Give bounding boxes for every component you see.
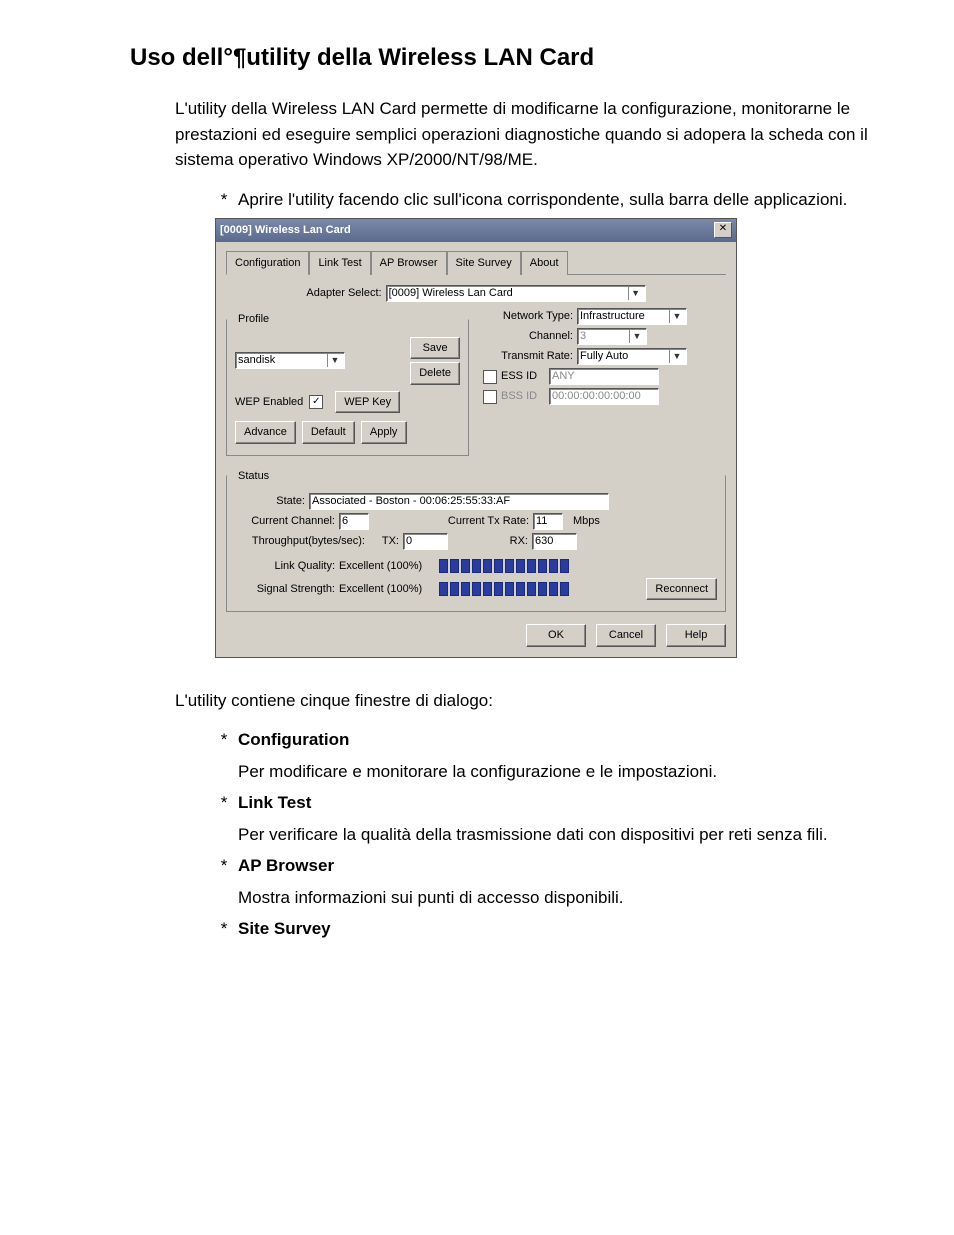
- post-screenshot-text: L'utility contiene cinque finestre di di…: [175, 688, 874, 714]
- bullet-asterisk: *: [210, 187, 238, 213]
- item-title: Link Test: [238, 793, 311, 812]
- bullet-asterisk: *: [210, 790, 238, 816]
- adapter-select-label: Adapter Select:: [306, 285, 385, 302]
- transmit-rate-label: Transmit Rate:: [483, 348, 577, 365]
- mbps-label: Mbps: [573, 513, 600, 530]
- profile-group: Profile sandisk ▼ Save Delete WEP Enable…: [226, 311, 469, 456]
- channel-select: 3 ▼: [577, 328, 647, 345]
- signal-strength-label: Signal Strength:: [235, 581, 339, 598]
- transmit-rate-select[interactable]: Fully Auto ▼: [577, 348, 687, 365]
- wep-key-button[interactable]: WEP Key: [335, 391, 400, 414]
- item-title: Configuration: [238, 730, 349, 749]
- network-type-select[interactable]: Infrastructure ▼: [577, 308, 687, 325]
- chevron-down-icon: ▼: [628, 287, 643, 301]
- current-tx-rate-field: 11: [533, 513, 563, 530]
- channel-label: Channel:: [483, 328, 577, 345]
- tab-configuration[interactable]: Configuration: [226, 251, 309, 276]
- chevron-down-icon: ▼: [669, 310, 684, 324]
- transmit-rate-value: Fully Auto: [580, 348, 628, 365]
- link-quality-label: Link Quality:: [235, 558, 339, 575]
- network-type-label: Network Type:: [483, 308, 577, 325]
- ok-button[interactable]: OK: [526, 624, 586, 647]
- dialog-window: [0009] Wireless Lan Card ✕ Configuration…: [215, 218, 737, 658]
- profile-legend: Profile: [235, 311, 272, 328]
- open-instruction: Aprire l'utility facendo clic sull'icona…: [238, 187, 874, 213]
- wep-enabled-label: WEP Enabled: [235, 394, 303, 411]
- page-heading: Uso dell°¶utility della Wireless LAN Car…: [130, 40, 874, 76]
- apply-button[interactable]: Apply: [361, 421, 407, 444]
- rx-label: RX:: [488, 533, 532, 550]
- tx-label: TX:: [369, 533, 403, 550]
- intro-paragraph: L'utility della Wireless LAN Card permet…: [175, 96, 874, 173]
- state-label: State:: [235, 493, 309, 510]
- reconnect-button[interactable]: Reconnect: [646, 578, 717, 601]
- help-button[interactable]: Help: [666, 624, 726, 647]
- item-desc: Per modificare e monitorare la configura…: [238, 759, 874, 785]
- current-tx-rate-label: Current Tx Rate:: [409, 513, 533, 530]
- profile-name-select[interactable]: sandisk ▼: [235, 352, 345, 369]
- chevron-down-icon: ▼: [327, 354, 342, 368]
- link-quality-value: Excellent (100%): [339, 558, 439, 575]
- advance-button[interactable]: Advance: [235, 421, 296, 444]
- tx-field: 0: [403, 533, 448, 550]
- signal-strength-value: Excellent (100%): [339, 581, 439, 598]
- tab-about[interactable]: About: [521, 251, 568, 276]
- adapter-select-value: [0009] Wireless Lan Card: [389, 285, 513, 302]
- essid-label: ESS ID: [501, 368, 549, 385]
- window-title: [0009] Wireless Lan Card: [220, 222, 714, 239]
- rx-field: 630: [532, 533, 577, 550]
- bullet-asterisk: *: [210, 727, 238, 753]
- channel-value: 3: [580, 328, 586, 345]
- network-type-value: Infrastructure: [580, 308, 645, 325]
- item-desc: Mostra informazioni sui punti di accesso…: [238, 885, 874, 911]
- save-button[interactable]: Save: [410, 337, 460, 360]
- titlebar: [0009] Wireless Lan Card ✕: [216, 219, 736, 242]
- signal-strength-bar: [439, 582, 569, 596]
- bssid-checkbox[interactable]: [483, 390, 497, 404]
- item-desc: Per verificare la qualità della trasmiss…: [238, 822, 874, 848]
- close-icon[interactable]: ✕: [714, 222, 732, 238]
- bssid-field: 00:00:00:00:00:00: [549, 388, 659, 405]
- status-legend: Status: [235, 468, 272, 485]
- state-field: Associated - Boston - 00:06:25:55:33:AF: [309, 493, 609, 510]
- link-quality-bar: [439, 559, 569, 573]
- item-title: AP Browser: [238, 856, 334, 875]
- tab-link-test[interactable]: Link Test: [309, 251, 370, 276]
- current-channel-field: 6: [339, 513, 369, 530]
- tab-ap-browser[interactable]: AP Browser: [371, 251, 447, 276]
- throughput-label: Throughput(bytes/sec):: [235, 533, 369, 550]
- adapter-select[interactable]: [0009] Wireless Lan Card ▼: [386, 285, 646, 302]
- bssid-label: BSS ID: [501, 388, 549, 405]
- chevron-down-icon: ▼: [669, 350, 684, 364]
- essid-checkbox[interactable]: [483, 370, 497, 384]
- delete-button[interactable]: Delete: [410, 362, 460, 385]
- status-group: Status State: Associated - Boston - 00:0…: [226, 468, 726, 613]
- wep-enabled-checkbox[interactable]: ✓: [309, 395, 323, 409]
- profile-name-value: sandisk: [238, 352, 275, 369]
- essid-field: ANY: [549, 368, 659, 385]
- bullet-asterisk: *: [210, 853, 238, 879]
- bullet-asterisk: *: [210, 916, 238, 942]
- tab-site-survey[interactable]: Site Survey: [447, 251, 521, 276]
- item-title: Site Survey: [238, 919, 331, 938]
- chevron-down-icon: ▼: [629, 330, 644, 344]
- tab-strip: Configuration Link Test AP Browser Site …: [226, 250, 726, 276]
- cancel-button[interactable]: Cancel: [596, 624, 656, 647]
- default-button[interactable]: Default: [302, 421, 355, 444]
- current-channel-label: Current Channel:: [235, 513, 339, 530]
